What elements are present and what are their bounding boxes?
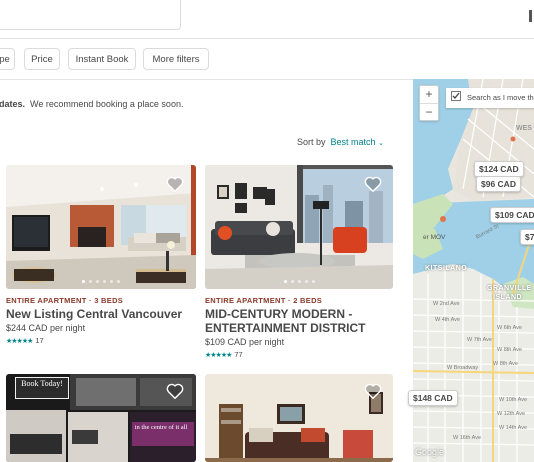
star-rating-icon: ★★★★★ <box>6 338 33 345</box>
search-as-move-toggle[interactable]: Search as I move th <box>446 88 534 108</box>
listing-kind: ENTIRE APARTMENT · 2 BEDS <box>205 296 323 305</box>
map-label-mov: er MOV <box>423 234 446 241</box>
map-label-w10: W 10th Ave <box>499 397 528 403</box>
book-today-sign: Book Today! <box>15 377 69 399</box>
carousel-dots <box>6 280 196 283</box>
star-rating-icon: ★★★★★ <box>205 352 232 359</box>
review-count: 17 <box>35 336 44 345</box>
zoom-in-button[interactable]: + <box>420 86 438 104</box>
filter-more-button[interactable]: More filters <box>143 48 209 70</box>
notice-bold: dates. <box>0 99 26 109</box>
menu-icon[interactable] <box>529 10 532 22</box>
listing-rating: ★★★★★ 17 <box>6 336 44 345</box>
listing-price-unit: per night <box>50 323 86 333</box>
checkbox[interactable] <box>451 91 461 101</box>
map-label-granville: GRANVILLE <box>487 285 532 292</box>
sort-value[interactable]: Best match <box>331 137 376 147</box>
map-zoom-control: + − <box>419 85 439 121</box>
search-input[interactable] <box>0 0 181 30</box>
search-as-move-label: Search as I move th <box>467 93 534 102</box>
listing-price-unit: per night <box>249 337 285 347</box>
listing-price-value: $244 CAD <box>6 323 48 333</box>
map-label-w6: W 6th Ave <box>497 325 522 331</box>
heart-icon[interactable] <box>166 383 184 399</box>
map-price-pin[interactable]: $109 CAD <box>490 207 534 223</box>
top-bar <box>0 0 534 39</box>
map-label-west: WES <box>516 125 532 132</box>
map-price-pin[interactable]: $96 CAD <box>476 176 521 192</box>
map-label-w14: W 14th Ave <box>499 425 528 431</box>
map-price-pin[interactable]: $124 CAD <box>474 161 524 177</box>
map-label-broadway: W Broadway <box>447 365 479 371</box>
zoom-out-button[interactable]: − <box>420 104 438 121</box>
map-label-w2: W 2nd Ave <box>433 301 460 307</box>
filter-instant-book-button[interactable]: Instant Book <box>68 48 136 70</box>
map-label-island: ISLAND <box>493 294 523 301</box>
heart-icon[interactable] <box>166 176 184 192</box>
sort-control[interactable]: Sort by Best match ⌄ <box>297 137 384 147</box>
carousel-dots <box>205 280 393 283</box>
map-price-pin[interactable]: $7 <box>520 229 534 245</box>
filter-price-button[interactable]: Price <box>24 48 60 70</box>
listing-price: $109 CAD per night <box>205 337 284 347</box>
filter-type-button[interactable]: pe <box>0 48 15 70</box>
heart-icon[interactable] <box>364 176 382 192</box>
listing-title[interactable]: MID-CENTURY MODERN - ENTERTAINMENT DISTR… <box>205 307 385 335</box>
map-label-w8: W 8th Ave <box>497 347 522 353</box>
check-icon <box>452 92 460 99</box>
booking-notice: dates. We recommend booking a place soon… <box>0 99 183 109</box>
filter-bar: pe Price Instant Book More filters <box>0 40 534 80</box>
map-label-w16: W 16th Ave <box>453 435 482 441</box>
listing-price: $244 CAD per night <box>6 323 85 333</box>
google-logo: Google <box>415 447 445 457</box>
centre-sign: in the centre of it all <box>134 424 188 431</box>
listing-price-value: $109 CAD <box>205 337 247 347</box>
map-label-w4: W 4th Ave <box>435 317 460 323</box>
map-label-w7: W 7th Ave <box>467 337 492 343</box>
map-price-pin[interactable]: $148 CAD <box>408 390 458 406</box>
sort-label: Sort by <box>297 137 326 147</box>
chevron-down-icon: ⌄ <box>378 140 384 147</box>
map-label-kitsilano: KITSILANO <box>425 265 468 272</box>
notice-text: We recommend booking a place soon. <box>30 99 184 109</box>
map-label-w12: W 12th Ave <box>497 411 526 417</box>
listing-kind: ENTIRE APARTMENT · 3 BEDS <box>6 296 124 305</box>
heart-icon[interactable] <box>364 383 382 399</box>
map-label-w8b: W 8th Ave <box>493 361 518 367</box>
review-count: 77 <box>234 350 243 359</box>
listing-rating: ★★★★★ 77 <box>205 350 243 359</box>
listing-title[interactable]: New Listing Central Vancouver <box>6 307 202 321</box>
